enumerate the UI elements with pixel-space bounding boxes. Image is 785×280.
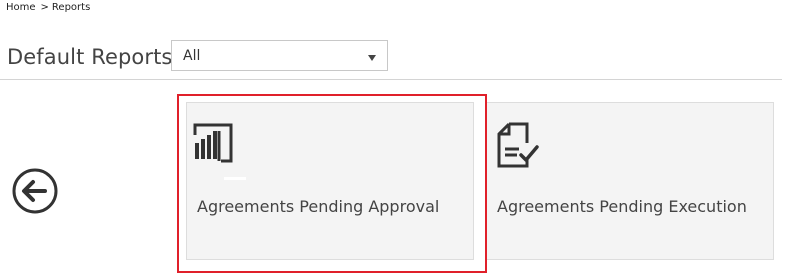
chevron-down-icon [368,55,376,61]
breadcrumb-current: Reports [51,2,91,13]
report-filter-dropdown[interactable]: All [171,40,388,71]
breadcrumb-separator: > [40,2,49,13]
report-tile-agreements-pending-approval[interactable]: Agreements Pending Approval [186,102,474,260]
breadcrumb-home[interactable]: Home [6,2,36,13]
icon-underline [224,177,246,180]
tile-label: Agreements Pending Approval [197,197,440,216]
tile-label: Agreements Pending Execution [497,197,747,216]
header-divider [0,79,782,80]
arrow-left-circle-icon [12,168,58,214]
back-button[interactable] [12,168,58,214]
page-title: Default Reports [7,44,173,69]
power-bi-icon [193,123,233,163]
title-row: Default Reports [7,40,172,73]
report-filter-value: All [183,48,201,64]
report-tile-agreements-pending-execution[interactable]: Agreements Pending Execution [486,102,774,260]
breadcrumb: Home > Reports [6,2,90,13]
document-check-icon [497,122,539,168]
